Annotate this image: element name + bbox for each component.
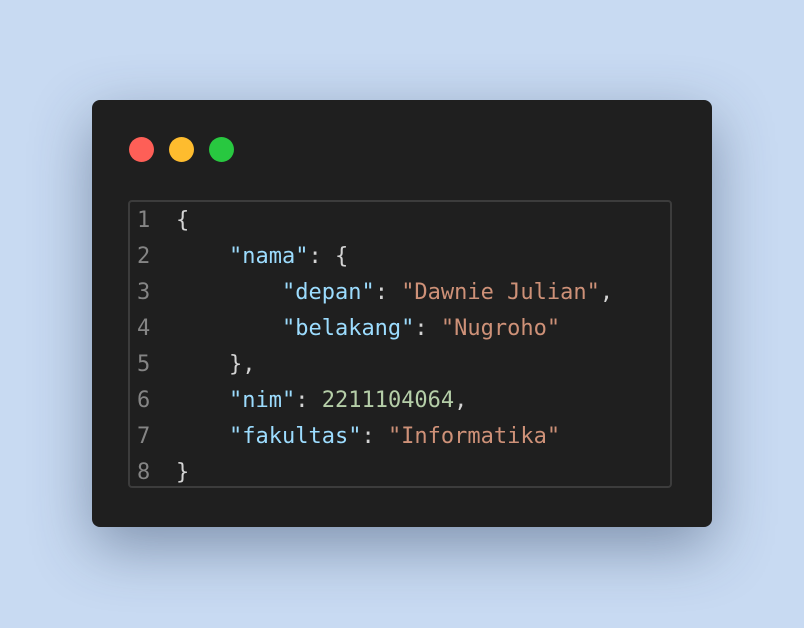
json-key: "depan" — [281, 280, 375, 305]
json-key: "fakultas" — [228, 424, 362, 449]
line-number: 4 — [137, 316, 151, 341]
line-number: 7 — [137, 424, 151, 449]
json-punctuation: : — [374, 280, 402, 305]
json-string: "Dawnie Julian" — [401, 280, 600, 305]
json-punctuation: , — [454, 388, 468, 413]
json-key: "belakang" — [281, 316, 415, 341]
json-punctuation: : — [361, 424, 388, 449]
minimize-button[interactable] — [169, 137, 194, 162]
code-window: 1{2 "nama": {3 "depan": "Dawnie Julian",… — [92, 100, 712, 527]
json-key: "nim" — [228, 388, 296, 413]
code-line: 1{ — [130, 203, 670, 239]
json-punctuation: { — [176, 208, 190, 233]
json-punctuation: , — [599, 280, 614, 305]
code-line: 4 "belakang": "Nugroho" — [130, 311, 670, 347]
line-number: 2 — [137, 244, 151, 269]
code-content: "depan": "Dawnie Julian", — [170, 275, 613, 311]
code-line: 8} — [130, 455, 670, 491]
json-punctuation: }, — [228, 352, 256, 377]
line-number: 1 — [137, 208, 151, 233]
code-line: 3 "depan": "Dawnie Julian", — [130, 275, 670, 311]
code-content: }, — [170, 347, 256, 383]
line-number: 5 — [137, 352, 151, 377]
code-content: { — [170, 203, 189, 239]
json-string: "Informatika" — [387, 424, 561, 449]
json-punctuation: : { — [308, 244, 349, 269]
code-line: 2 "nama": { — [130, 239, 670, 275]
window-controls — [129, 137, 234, 162]
maximize-button[interactable] — [209, 137, 234, 162]
code-content: } — [170, 455, 189, 491]
json-punctuation: } — [176, 460, 190, 485]
code-content: "fakultas": "Informatika" — [170, 419, 560, 455]
code-line: 5 }, — [130, 347, 670, 383]
json-punctuation: : — [414, 316, 441, 341]
line-number: 8 — [137, 460, 151, 485]
json-punctuation: : — [295, 388, 322, 413]
line-number: 3 — [137, 280, 151, 305]
code-content: "nim": 2211104064, — [170, 383, 467, 419]
code-line: 7 "fakultas": "Informatika" — [130, 419, 670, 455]
code-line: 6 "nim": 2211104064, — [130, 383, 670, 419]
code-content: "nama": { — [170, 239, 348, 275]
line-number: 6 — [137, 388, 151, 413]
json-key: "nama" — [228, 244, 309, 269]
code-content: "belakang": "Nugroho" — [170, 311, 560, 347]
json-number: 2211104064 — [321, 388, 455, 413]
close-button[interactable] — [129, 137, 154, 162]
json-string: "Nugroho" — [440, 316, 561, 341]
code-editor[interactable]: 1{2 "nama": {3 "depan": "Dawnie Julian",… — [128, 200, 672, 488]
